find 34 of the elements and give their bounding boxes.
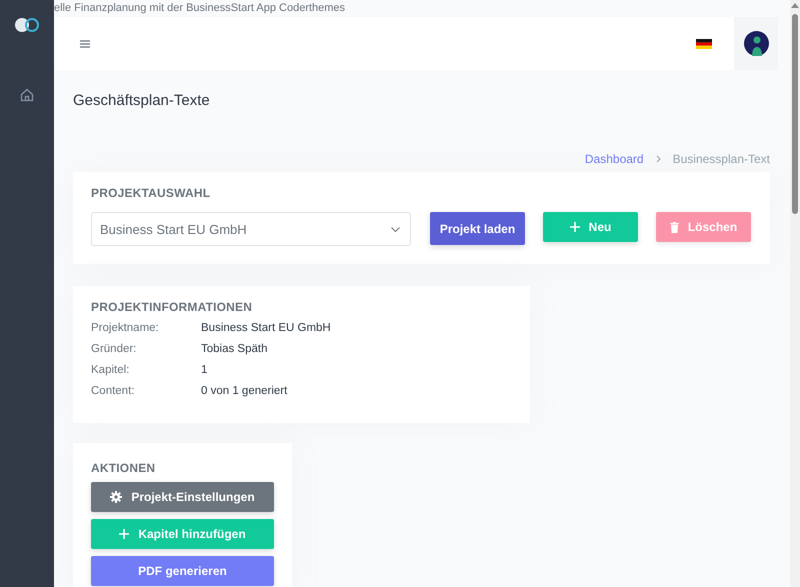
menu-icon[interactable]: [80, 40, 90, 48]
info-label: Gründer:: [91, 343, 138, 355]
home-icon[interactable]: [20, 88, 34, 102]
scrollbar[interactable]: [790, 0, 800, 587]
new-button[interactable]: Neu: [543, 212, 638, 242]
scroll-up-icon[interactable]: [791, 3, 799, 8]
load-button[interactable]: Projekt laden: [430, 212, 525, 245]
settings-button[interactable]: Projekt-Einstellungen: [91, 482, 274, 512]
breadcrumb-link[interactable]: Dashboard: [584, 152, 644, 166]
breadcrumb-current: Businessplan-Text: [672, 152, 770, 166]
add-button[interactable]: Kapitel hinzufügen: [91, 519, 274, 549]
settings-icon: [110, 491, 122, 503]
info-label: Kapitel:: [91, 364, 130, 376]
info-value: 0 von 1 generiert: [201, 385, 288, 397]
chevron-icon: [391, 226, 400, 232]
chevron-icon: [656, 155, 661, 163]
project-select[interactable]: Business Start EU GmbH: [91, 212, 411, 246]
section-heading: PROJEKTAUSWAHL: [91, 186, 212, 200]
window-title: elle Finanzplanung mit der BusinessStart App Coderthemes: [54, 1, 346, 16]
plus-icon: [119, 529, 130, 539]
info-label: Content:: [91, 385, 136, 397]
logo-icon[interactable]: [15, 18, 39, 32]
page-title: Geschäftsplan-Texte: [73, 92, 211, 109]
trash-icon: [670, 222, 679, 232]
pdf-button[interactable]: PDF generieren: [91, 556, 274, 586]
info-value: Tobias Späth: [201, 343, 268, 355]
info-label: Projektname:: [91, 322, 160, 334]
flag-icon[interactable]: [696, 38, 712, 48]
info-value: Business Start EU GmbH: [201, 322, 332, 334]
info-value: 1: [201, 364, 208, 376]
section-heading: PROJEKTINFORMATIONEN: [91, 300, 254, 314]
plus-icon: [570, 222, 580, 232]
section-heading: AKTIONEN: [91, 461, 156, 475]
avatar[interactable]: [744, 31, 768, 56]
